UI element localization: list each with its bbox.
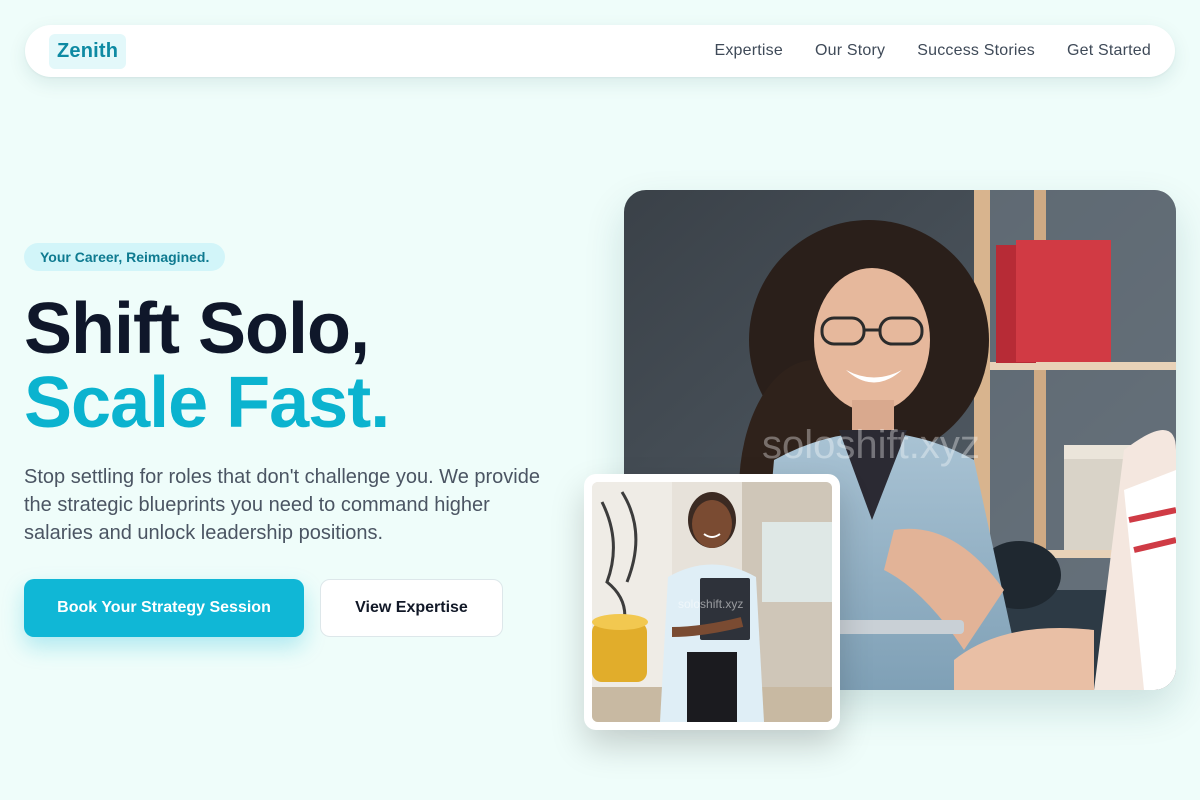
tagline-badge: Your Career, Reimagined. bbox=[24, 243, 226, 271]
nav-link-get-started[interactable]: Get Started bbox=[1067, 42, 1151, 60]
nav-link-expertise[interactable]: Expertise bbox=[714, 42, 783, 60]
view-expertise-button[interactable]: View Expertise bbox=[320, 579, 503, 637]
landing-page: Zenith Expertise Our Story Success Stori… bbox=[0, 0, 1200, 800]
nav-links: Expertise Our Story Success Stories Get … bbox=[714, 42, 1151, 60]
nav-link-our-story[interactable]: Our Story bbox=[815, 42, 885, 60]
secondary-photo-watermark: soloshift.xyz bbox=[678, 597, 743, 611]
brand-logo[interactable]: Zenith bbox=[49, 33, 127, 69]
hero-headline: Shift Solo, Scale Fast. bbox=[24, 289, 390, 443]
secondary-photo-card: soloshift.xyz bbox=[584, 474, 840, 730]
main-photo-watermark: soloshift.xyz bbox=[762, 423, 980, 467]
book-strategy-session-button[interactable]: Book Your Strategy Session bbox=[24, 579, 304, 637]
secondary-photo-illustration: soloshift.xyz bbox=[592, 482, 832, 722]
top-navbar: Zenith Expertise Our Story Success Stori… bbox=[25, 25, 1175, 77]
headline-line-1: Shift Solo, bbox=[24, 289, 370, 369]
secondary-photo: soloshift.xyz bbox=[592, 482, 832, 722]
nav-link-success-stories[interactable]: Success Stories bbox=[917, 42, 1035, 60]
headline-line-2: Scale Fast. bbox=[24, 363, 390, 443]
hero-description: Stop settling for roles that don't chall… bbox=[24, 466, 540, 544]
